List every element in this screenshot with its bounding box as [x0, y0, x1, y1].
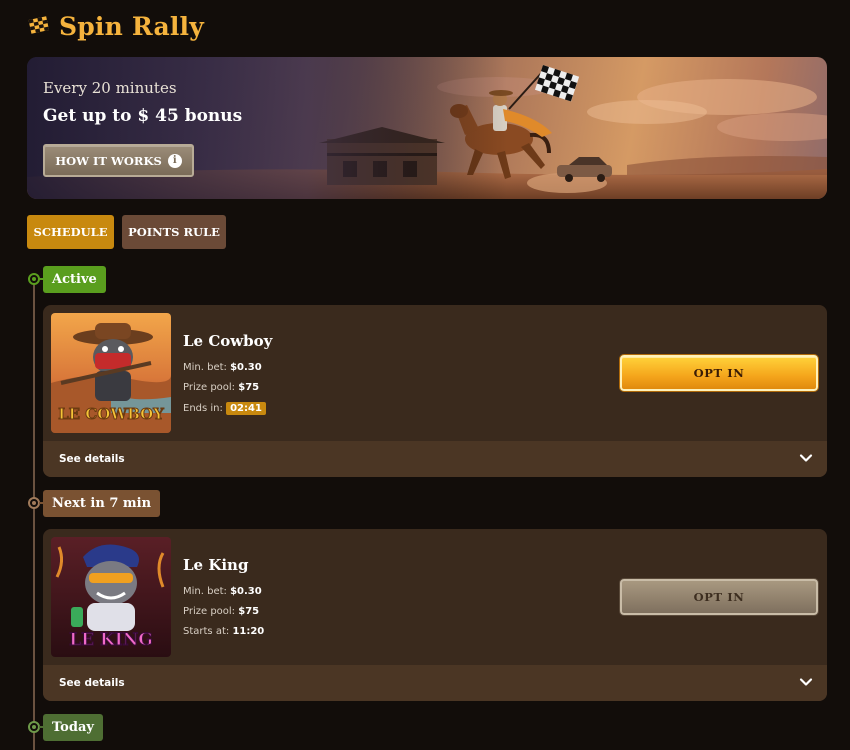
see-details-label: See details	[59, 453, 125, 465]
see-details-toggle[interactable]: See details	[43, 441, 827, 477]
game-thumbnail-le-cowboy[interactable]: LE COWBOY	[51, 313, 171, 433]
game-title: Le Cowboy	[183, 332, 273, 350]
info-icon: i	[167, 153, 182, 168]
prize-pool-row: Prize pool: $75	[183, 606, 259, 617]
game-thumbnail-le-king[interactable]: LE KING	[51, 537, 171, 657]
opt-in-button[interactable]: OPT IN	[620, 355, 818, 391]
how-it-works-button[interactable]: HOW IT WORKS i	[43, 144, 194, 177]
spin-rally-page: Spin Rally Every 20 minutes Get up to $ …	[0, 0, 850, 750]
starts-at-label: Starts at:	[183, 626, 230, 637]
cowboy-thumbnail-art: LE COWBOY	[51, 313, 171, 433]
tab-schedule[interactable]: SCHEDULE	[27, 215, 114, 249]
ends-in-label: Ends in:	[183, 403, 223, 414]
cowboy-logo-text: LE COWBOY	[58, 405, 164, 423]
status-badge-today: Today	[43, 714, 103, 741]
game-card-body: LE KING Le King Min. bet: $0.30 Prize po…	[43, 529, 827, 665]
min-bet-label: Min. bet:	[183, 362, 227, 373]
checkered-flag-icon	[28, 16, 50, 34]
tab-points-rule[interactable]: POINTS RULE	[122, 215, 226, 249]
prize-pool-value: $75	[238, 606, 260, 617]
opt-in-button[interactable]: OPT IN	[620, 579, 818, 615]
status-badge-active: Active	[43, 266, 106, 293]
min-bet-label: Min. bet:	[183, 586, 227, 597]
ends-in-row: Ends in: 02:41	[183, 402, 266, 415]
min-bet-value: $0.30	[230, 362, 262, 373]
king-thumbnail-art: LE KING	[51, 537, 171, 657]
game-card-body: LE COWBOY Le Cowboy Min. bet: $0.30 Priz…	[43, 305, 827, 441]
min-bet-value: $0.30	[230, 586, 262, 597]
timeline-line	[33, 280, 35, 750]
starts-at-value: 11:20	[232, 626, 265, 637]
prize-pool-label: Prize pool:	[183, 382, 236, 393]
min-bet-row: Min. bet: $0.30	[183, 586, 262, 597]
prize-pool-value: $75	[238, 382, 260, 393]
countdown-timer: 02:41	[226, 402, 266, 415]
how-it-works-label: HOW IT WORKS	[55, 153, 162, 168]
see-details-toggle[interactable]: See details	[43, 665, 827, 701]
banner-headline: Get up to $ 45 bonus	[43, 106, 243, 126]
see-details-label: See details	[59, 677, 125, 689]
chevron-down-icon	[799, 678, 813, 686]
prize-pool-label: Prize pool:	[183, 606, 236, 617]
promo-banner: Every 20 minutes Get up to $ 45 bonus HO…	[27, 57, 827, 199]
chevron-down-icon	[799, 454, 813, 462]
starts-at-row: Starts at: 11:20	[183, 626, 264, 637]
game-card-le-cowboy: LE COWBOY Le Cowboy Min. bet: $0.30 Priz…	[43, 305, 827, 477]
game-card-le-king: LE KING Le King Min. bet: $0.30 Prize po…	[43, 529, 827, 701]
page-header: Spin Rally	[27, 10, 204, 42]
banner-subtitle: Every 20 minutes	[43, 79, 177, 97]
page-title: Spin Rally	[59, 11, 204, 41]
king-logo-text: LE KING	[69, 630, 153, 650]
status-badge-next: Next in 7 min	[43, 490, 161, 517]
prize-pool-row: Prize pool: $75	[183, 382, 259, 393]
game-title: Le King	[183, 556, 249, 574]
min-bet-row: Min. bet: $0.30	[183, 362, 262, 373]
